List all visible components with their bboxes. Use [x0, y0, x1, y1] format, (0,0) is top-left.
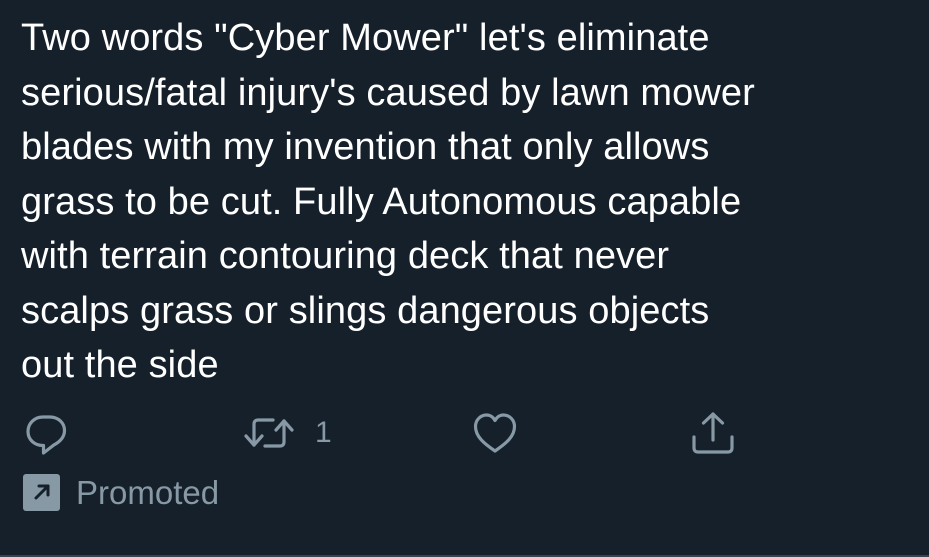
tweet-text-line: Two words "Cyber Mower" let's eliminate	[21, 17, 710, 59]
reply-icon	[26, 415, 67, 455]
heart-icon	[473, 413, 517, 453]
tweet: Two words "Cyber Mower" let's eliminate …	[0, 0, 929, 557]
share-button[interactable]	[688, 405, 738, 461]
promoted-text: Promoted	[76, 473, 220, 511]
retweet-count: 1	[315, 416, 332, 449]
retweet-button[interactable]: 1	[243, 405, 332, 461]
like-button[interactable]	[472, 405, 518, 461]
tweet-text: Two words "Cyber Mower" let's eliminate …	[21, 11, 911, 393]
tweet-action-bar: 1	[0, 405, 929, 461]
reply-button[interactable]	[23, 405, 69, 461]
tweet-text-line: out the side	[21, 344, 219, 386]
tweet-text-line: grass to be cut. Fully Autonomous capabl…	[21, 180, 742, 223]
promoted-arrow-icon	[23, 473, 60, 511]
tweet-text-line: serious/fatal injury's caused by lawn mo…	[21, 71, 755, 114]
tweet-text-line: blades with my invention that only allow…	[21, 126, 710, 168]
tweet-text-line: scalps grass or slings dangerous objects	[21, 289, 710, 332]
retweet-icon	[244, 418, 294, 448]
tweet-text-line: with terrain contouring deck that never	[21, 235, 670, 277]
promoted-label-row: Promoted	[23, 472, 219, 512]
share-icon	[692, 412, 734, 454]
